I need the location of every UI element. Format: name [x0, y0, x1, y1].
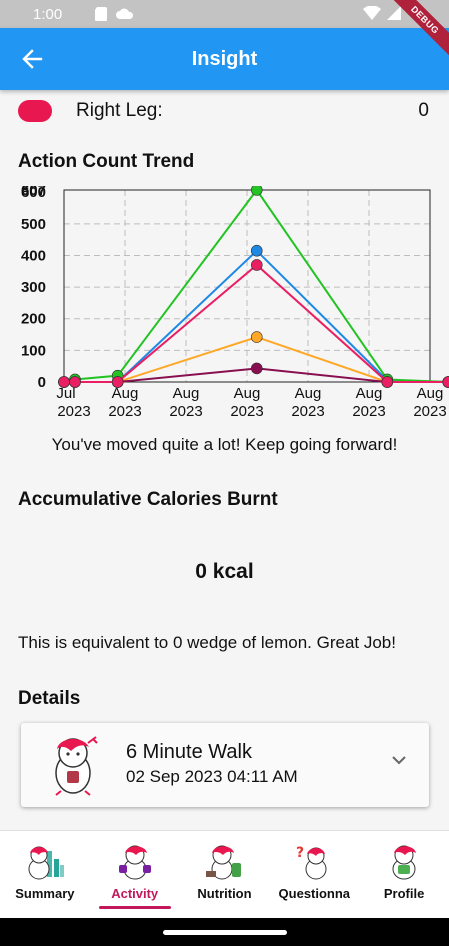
wifi-icon	[363, 6, 381, 20]
detail-card[interactable]: 6 Minute Walk 02 Sep 2023 04:11 AM	[21, 723, 429, 807]
chart-svg: 0100200300400500600607Jul2023Aug2023Aug2…	[21, 182, 449, 420]
x-tick-label: 2023	[169, 403, 202, 420]
legend-row-right-leg: Right Leg: 0	[18, 96, 429, 126]
data-point	[442, 376, 449, 388]
section-title-trend: Action Count Trend	[18, 151, 195, 172]
legend-label: Right Leg:	[76, 100, 163, 121]
y-tick-label: 500	[21, 216, 46, 233]
profile-mascot-icon	[392, 845, 417, 880]
chevron-down-icon[interactable]	[391, 755, 407, 765]
legend-color-swatch	[18, 100, 52, 122]
nav-item-questionnaire[interactable]: ? Questionna	[269, 831, 359, 918]
x-tick-label: 2023	[413, 403, 446, 420]
nav-label-summary: Summary	[15, 886, 75, 901]
x-tick-label: Aug	[234, 385, 261, 402]
nav-label-profile: Profile	[383, 886, 425, 901]
action-count-chart: 0 100 200 300 400 500 600 607 Jul 2023 Aug 2023 Aug 2…	[0, 182, 449, 426]
y-tick-label: 400	[21, 247, 46, 264]
x-tick-label: 2023	[230, 403, 263, 420]
x-tick-label: Aug	[356, 385, 383, 402]
nav-item-activity[interactable]: Activity	[90, 831, 180, 918]
calories-value: 0 kcal	[195, 560, 254, 583]
active-tab-indicator	[98, 906, 171, 909]
home-gesture-handle[interactable]	[163, 930, 287, 935]
app-bar: Insight	[0, 28, 449, 90]
legend-value: 0	[418, 100, 429, 121]
insight-content[interactable]: Right Leg: 0 Action Count Trend 0 100 200 3…	[0, 90, 449, 830]
nutrition-mascot-icon	[206, 845, 242, 880]
data-point	[250, 259, 263, 271]
x-tick-label: Aug	[173, 385, 200, 402]
nav-label-activity: Activity	[111, 886, 159, 901]
x-tick-label: 2023	[108, 403, 141, 420]
y-tick-label: 0	[38, 374, 46, 391]
trend-message: You've moved quite a lot! Keep going for…	[51, 435, 398, 454]
data-point	[58, 376, 70, 388]
arrow-back-icon	[22, 49, 43, 69]
nav-item-nutrition[interactable]: Nutrition	[180, 831, 270, 918]
cloud-icon	[116, 8, 134, 19]
x-tick-label: 2023	[352, 403, 385, 420]
data-point	[381, 376, 394, 388]
back-button[interactable]	[18, 45, 46, 73]
x-tick-label: Aug	[112, 385, 139, 402]
system-navigation-bar	[0, 918, 449, 946]
walk-mascot-icon	[55, 736, 98, 796]
nav-item-profile[interactable]: Profile	[359, 831, 449, 918]
x-tick-label: 2023	[291, 403, 324, 420]
nav-label-questionnaire: Questionna	[278, 886, 351, 901]
data-point	[111, 376, 124, 388]
nav-item-summary[interactable]: Summary	[0, 831, 90, 918]
data-point	[250, 244, 263, 257]
data-point	[69, 376, 81, 388]
questionnaire-mascot-icon: ?	[296, 845, 327, 880]
y-tick-label: 607	[21, 186, 46, 199]
status-bar: 1:00	[0, 0, 449, 28]
calories-equivalent: This is equivalent to 0 wedge of lemon. …	[18, 633, 396, 652]
nav-label-nutrition: Nutrition	[197, 886, 252, 901]
data-point	[250, 331, 263, 343]
x-tick-label: Aug	[295, 385, 322, 402]
y-tick-label: 100	[21, 342, 46, 359]
section-title-calories: Accumulative Calories Burnt	[18, 489, 278, 510]
section-title-details: Details	[18, 688, 81, 709]
page-title: Insight	[191, 47, 258, 70]
detail-date: 02 Sep 2023 04:11 AM	[126, 767, 298, 786]
detail-title: 6 Minute Walk	[126, 741, 252, 763]
x-tick-label: 2023	[57, 403, 90, 420]
status-time: 1:00	[33, 5, 63, 23]
x-tick-label: Aug	[417, 385, 444, 402]
y-tick-label: 300	[21, 279, 46, 296]
data-point	[250, 362, 263, 375]
data-point	[250, 184, 263, 196]
activity-mascot-icon	[118, 845, 151, 880]
series-line	[63, 188, 449, 383]
bottom-navigation: Summary Activity Nutrition ? Questionna	[0, 830, 449, 918]
summary-mascot-icon	[28, 846, 64, 880]
y-tick-label: 200	[21, 311, 46, 328]
signal-icon	[387, 6, 401, 20]
x-tick-label: Jul	[56, 385, 75, 402]
sd-card-icon	[95, 7, 108, 21]
svg-text:?: ?	[296, 845, 304, 861]
